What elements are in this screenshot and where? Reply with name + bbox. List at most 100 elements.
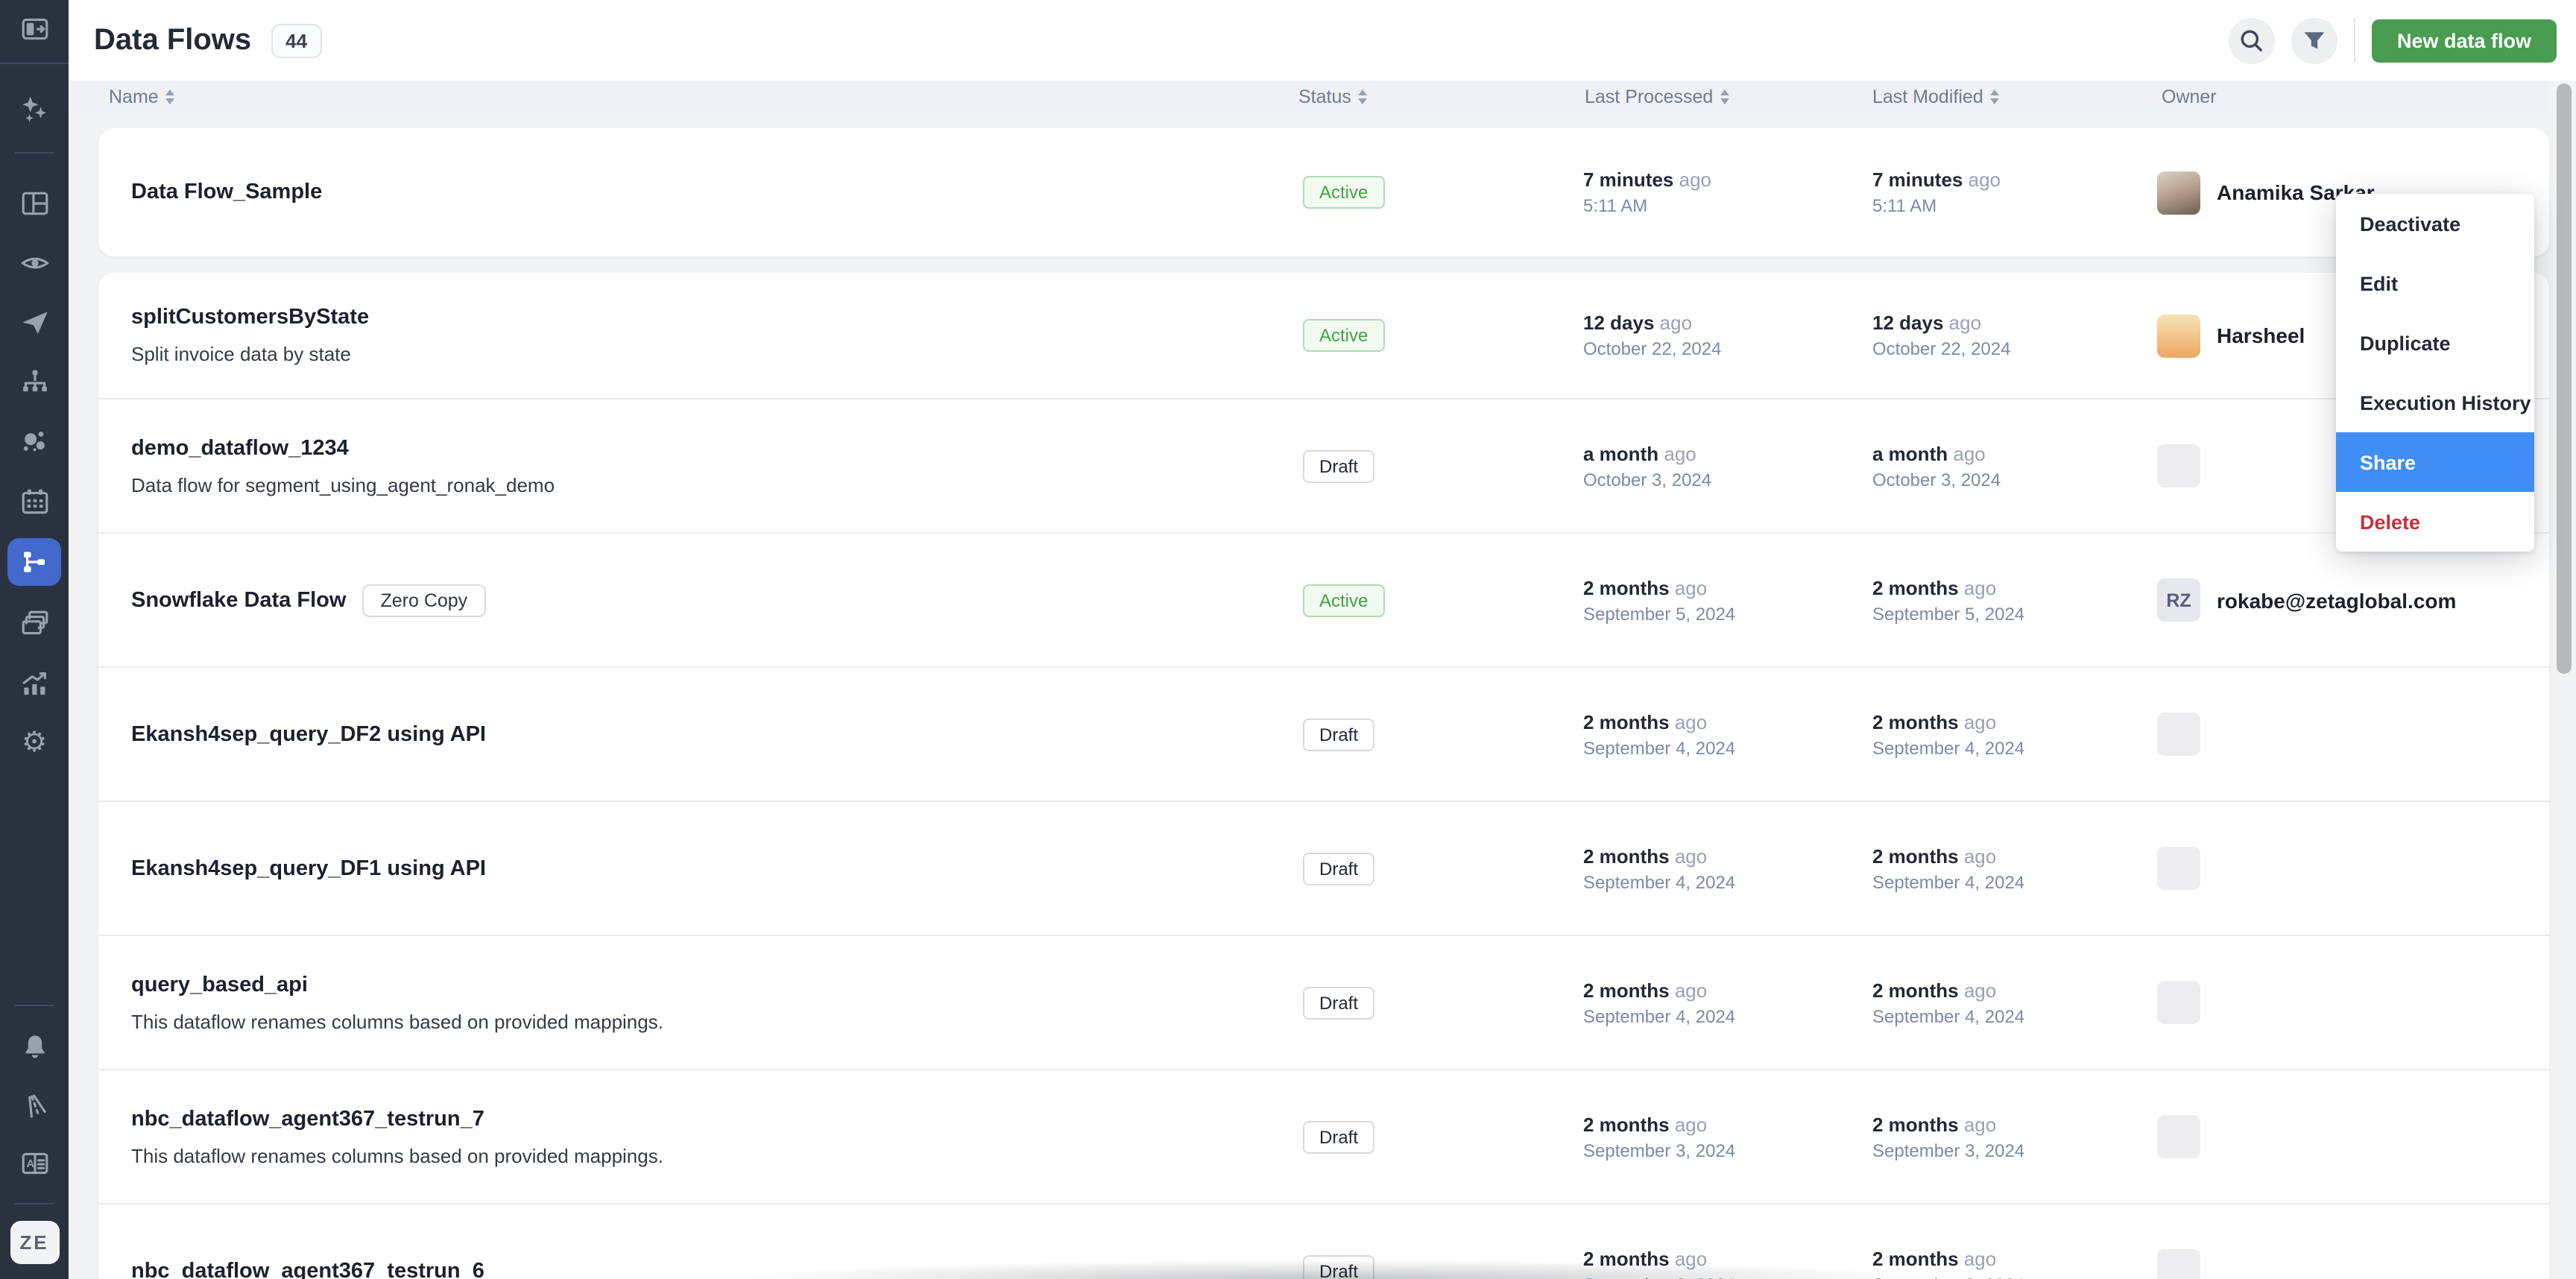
road-icon	[19, 1089, 50, 1120]
sidebar-item-assets[interactable]	[0, 598, 69, 648]
flow-name: nbc_dataflow_agent367_testrun_7	[131, 1107, 484, 1131]
status-badge: Active	[1303, 584, 1384, 616]
menu-item-edit[interactable]: Edit	[2336, 253, 2534, 313]
owner-name: Harsheel	[2217, 323, 2305, 347]
menu-item-duplicate[interactable]: Duplicate	[2336, 313, 2534, 373]
status-badge: Draft	[1303, 449, 1374, 482]
data-flow-icon	[19, 547, 49, 577]
table-row[interactable]: query_based_api This dataflow renames co…	[98, 935, 2549, 1069]
flow-description: Data flow for segment_using_agent_ronak_…	[131, 473, 555, 496]
row-context-menu: Deactivate Edit Duplicate Execution Hist…	[2336, 194, 2534, 552]
flow-name: splitCustomersByState	[131, 306, 369, 329]
flow-name: Snowflake Data Flow	[131, 588, 346, 612]
flow-name: demo_dataflow_1234	[131, 436, 349, 460]
rows-card: splitCustomersByState Split invoice data…	[98, 273, 2549, 1279]
table-row[interactable]: demo_dataflow_1234 Data flow for segment…	[98, 398, 2549, 532]
sidebar-divider	[15, 1005, 54, 1006]
address-book-icon: A	[19, 1147, 50, 1178]
menu-item-deactivate[interactable]: Deactivate	[2336, 194, 2534, 253]
vertical-scrollbar[interactable]	[2552, 80, 2576, 1279]
sparkles-icon	[19, 93, 50, 124]
sidebar-item-campaigns[interactable]	[0, 297, 69, 347]
column-header-owner: Owner	[2162, 80, 2217, 113]
row-card-selected: Data Flow_Sample Active 7 minutes ago 5:…	[98, 128, 2549, 256]
sort-arrows-icon	[1359, 89, 1368, 104]
owner-name: rokabe@zetaglobal.com	[2217, 588, 2456, 612]
status-badge: Draft	[1303, 718, 1374, 751]
sidebar-item-segments[interactable]	[0, 416, 69, 467]
status-badge: Active	[1303, 176, 1384, 209]
sidebar-toggle-button[interactable]	[0, 3, 69, 54]
sidebar-divider	[15, 1203, 54, 1204]
filter-funnel-icon	[2300, 26, 2329, 54]
sidebar-item-calendar[interactable]	[0, 476, 69, 526]
count-badge: 44	[271, 23, 322, 57]
send-plane-icon	[19, 306, 50, 338]
search-button[interactable]	[2229, 17, 2275, 63]
flow-name: Data Flow_Sample	[131, 180, 322, 204]
table-row[interactable]: splitCustomersByState Split invoice data…	[98, 273, 2549, 398]
table-header: Name Status Last Processed Last Modified…	[69, 80, 2549, 113]
flow-name: Ekansh4sep_query_DF2 using API	[131, 722, 486, 746]
sidebar: ⚙ A ZE	[0, 0, 69, 1279]
flow-description: This dataflow renames columns based on p…	[131, 1010, 663, 1032]
sidebar-item-notifications[interactable]	[0, 1021, 69, 1072]
svg-text:A: A	[25, 1158, 34, 1169]
new-data-flow-button[interactable]: New data flow	[2372, 19, 2557, 62]
sidebar-collapse-icon	[19, 13, 50, 44]
status-badge: Draft	[1303, 1254, 1374, 1279]
active-item-highlight	[7, 538, 61, 586]
column-header-name[interactable]: Name	[109, 80, 175, 113]
owner-avatar	[2157, 171, 2200, 214]
sidebar-item-ai-assistant[interactable]	[0, 83, 69, 134]
sidebar-item-dashboard[interactable]	[0, 177, 69, 228]
table-row[interactable]: Snowflake Data FlowZero Copy Active 2 mo…	[98, 532, 2549, 666]
table-row[interactable]: Data Flow_Sample Active 7 minutes ago 5:…	[98, 128, 2549, 256]
sidebar-item-audiences[interactable]	[0, 237, 69, 288]
owner-avatar	[2157, 847, 2200, 890]
sidebar-item-data-flows-active[interactable]	[0, 537, 69, 587]
column-header-last-modified[interactable]: Last Modified	[1872, 80, 2000, 113]
bell-icon	[19, 1031, 50, 1062]
menu-item-execution-history[interactable]: Execution History	[2336, 373, 2534, 432]
table-row[interactable]: Ekansh4sep_query_DF2 using API Draft 2 m…	[98, 666, 2549, 800]
sidebar-item-docs[interactable]: A	[0, 1137, 69, 1188]
table-row[interactable]: nbc_dataflow_agent367_testrun_6 Draft 2 …	[98, 1203, 2549, 1279]
sidebar-divider	[15, 152, 54, 154]
sidebar-item-analytics[interactable]	[0, 657, 69, 708]
filter-button[interactable]	[2291, 17, 2337, 63]
flow-description: This dataflow renames columns based on p…	[131, 1144, 663, 1166]
sidebar-item-signals[interactable]	[0, 1079, 69, 1130]
scrollbar-thumb[interactable]	[2557, 83, 2572, 674]
menu-item-share[interactable]: Share	[2336, 432, 2534, 492]
sort-arrows-icon	[1720, 89, 1729, 104]
owner-avatar: RZ	[2157, 578, 2200, 622]
app-window: ⚙ A ZE	[0, 0, 2576, 1279]
sidebar-divider	[0, 63, 69, 64]
owner-avatar	[2157, 1249, 2200, 1279]
analytics-chart-icon	[19, 667, 50, 698]
page-title: Data Flows	[94, 23, 251, 57]
status-badge: Active	[1303, 319, 1384, 352]
hierarchy-icon	[19, 366, 50, 397]
sort-arrows-icon	[166, 89, 175, 104]
menu-item-delete[interactable]: Delete	[2336, 492, 2534, 552]
sort-arrows-icon	[1991, 89, 2000, 104]
sidebar-logo-button[interactable]: ZE	[0, 1216, 69, 1267]
topbar: Data Flows 44 New data flow	[69, 0, 2576, 80]
flow-name: query_based_api	[131, 973, 308, 997]
column-header-status[interactable]: Status	[1298, 80, 1368, 113]
sidebar-item-journeys[interactable]	[0, 356, 69, 407]
zero-copy-tag: Zero Copy	[362, 584, 485, 616]
flow-name: nbc_dataflow_agent367_testrun_6	[131, 1259, 484, 1279]
owner-avatar	[2157, 1115, 2200, 1158]
flow-description: Split invoice data by state	[131, 343, 351, 365]
sidebar-item-settings[interactable]: ⚙	[0, 717, 69, 768]
search-icon	[2238, 26, 2266, 54]
cluster-icon	[19, 426, 50, 457]
ze-logo: ZE	[10, 1220, 59, 1263]
table-row[interactable]: Ekansh4sep_query_DF1 using API Draft 2 m…	[98, 800, 2549, 935]
table-row[interactable]: nbc_dataflow_agent367_testrun_7 This dat…	[98, 1069, 2549, 1203]
flow-name: Ekansh4sep_query_DF1 using API	[131, 856, 486, 880]
column-header-last-processed[interactable]: Last Processed	[1585, 80, 1729, 113]
